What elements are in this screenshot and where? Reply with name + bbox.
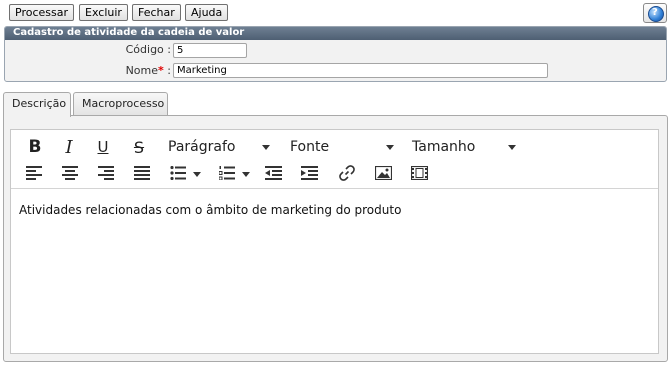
delete-button[interactable]: Excluir: [79, 4, 128, 21]
align-justify-icon: [134, 166, 150, 180]
panel-title: Cadastro de atividade da cadeia de valor: [5, 27, 666, 40]
link-icon: [339, 165, 355, 181]
film-icon: [410, 166, 428, 180]
align-right-button[interactable]: [94, 162, 118, 184]
name-input[interactable]: [173, 63, 548, 78]
bullet-list-dropdown-icon[interactable]: [193, 172, 201, 177]
size-select-value: Tamanho: [412, 139, 476, 155]
italic-button[interactable]: I: [57, 136, 81, 158]
activity-form-panel: Cadastro de atividade da cadeia de valor…: [4, 26, 667, 82]
code-input[interactable]: [173, 43, 247, 58]
size-select[interactable]: Tamanho: [412, 139, 518, 157]
chevron-down-icon: [262, 145, 270, 150]
align-center-icon: [62, 166, 78, 180]
underline-button[interactable]: U: [91, 136, 115, 158]
close-button[interactable]: Fechar: [132, 4, 181, 21]
font-select[interactable]: Fonte: [290, 139, 396, 157]
editor-content-area[interactable]: Atividades relacionadas com o âmbito de …: [11, 189, 658, 353]
chevron-down-icon: [508, 145, 516, 150]
numbered-list-dropdown-icon[interactable]: [242, 172, 250, 177]
outdent-icon: [264, 166, 282, 180]
bold-button[interactable]: B: [23, 136, 47, 158]
image-icon: [374, 166, 392, 180]
indent-icon: [300, 166, 318, 180]
video-button[interactable]: [407, 162, 431, 184]
question-mark-icon: ?: [652, 7, 658, 18]
rich-text-editor: B I U S Parágrafo Fonte Tamanho Atividad…: [10, 129, 659, 354]
numbered-list-icon: [219, 166, 235, 180]
globe-help-button[interactable]: ?: [643, 3, 667, 23]
bullet-list-icon: [170, 166, 186, 180]
format-select[interactable]: Parágrafo: [168, 139, 274, 157]
chevron-down-icon: [386, 145, 394, 150]
strikethrough-button[interactable]: S: [127, 136, 151, 158]
help-button[interactable]: Ajuda: [185, 4, 229, 21]
align-justify-button[interactable]: [130, 162, 154, 184]
name-label: Nome* :: [125, 64, 171, 77]
align-right-icon: [98, 166, 114, 180]
tab-descricao[interactable]: Descrição: [3, 92, 71, 117]
tab-content: B I U S Parágrafo Fonte Tamanho Atividad…: [3, 115, 668, 362]
align-left-button[interactable]: [22, 162, 46, 184]
indent-button[interactable]: [297, 162, 321, 184]
code-label: Código :: [125, 43, 171, 56]
image-button[interactable]: [371, 162, 395, 184]
format-select-value: Parágrafo: [168, 139, 236, 155]
editor-toolbar: B I U S Parágrafo Fonte Tamanho: [11, 130, 658, 189]
outdent-button[interactable]: [261, 162, 285, 184]
numbered-list-button[interactable]: [215, 162, 239, 184]
align-left-icon: [26, 166, 42, 180]
top-toolbar: Processar Excluir Fechar Ajuda ?: [0, 0, 671, 26]
bullet-list-button[interactable]: [166, 162, 190, 184]
align-center-button[interactable]: [58, 162, 82, 184]
link-button[interactable]: [335, 162, 359, 184]
font-select-value: Fonte: [290, 139, 330, 155]
tab-macroprocesso[interactable]: Macroprocesso: [73, 92, 168, 116]
process-button[interactable]: Processar: [9, 4, 74, 21]
